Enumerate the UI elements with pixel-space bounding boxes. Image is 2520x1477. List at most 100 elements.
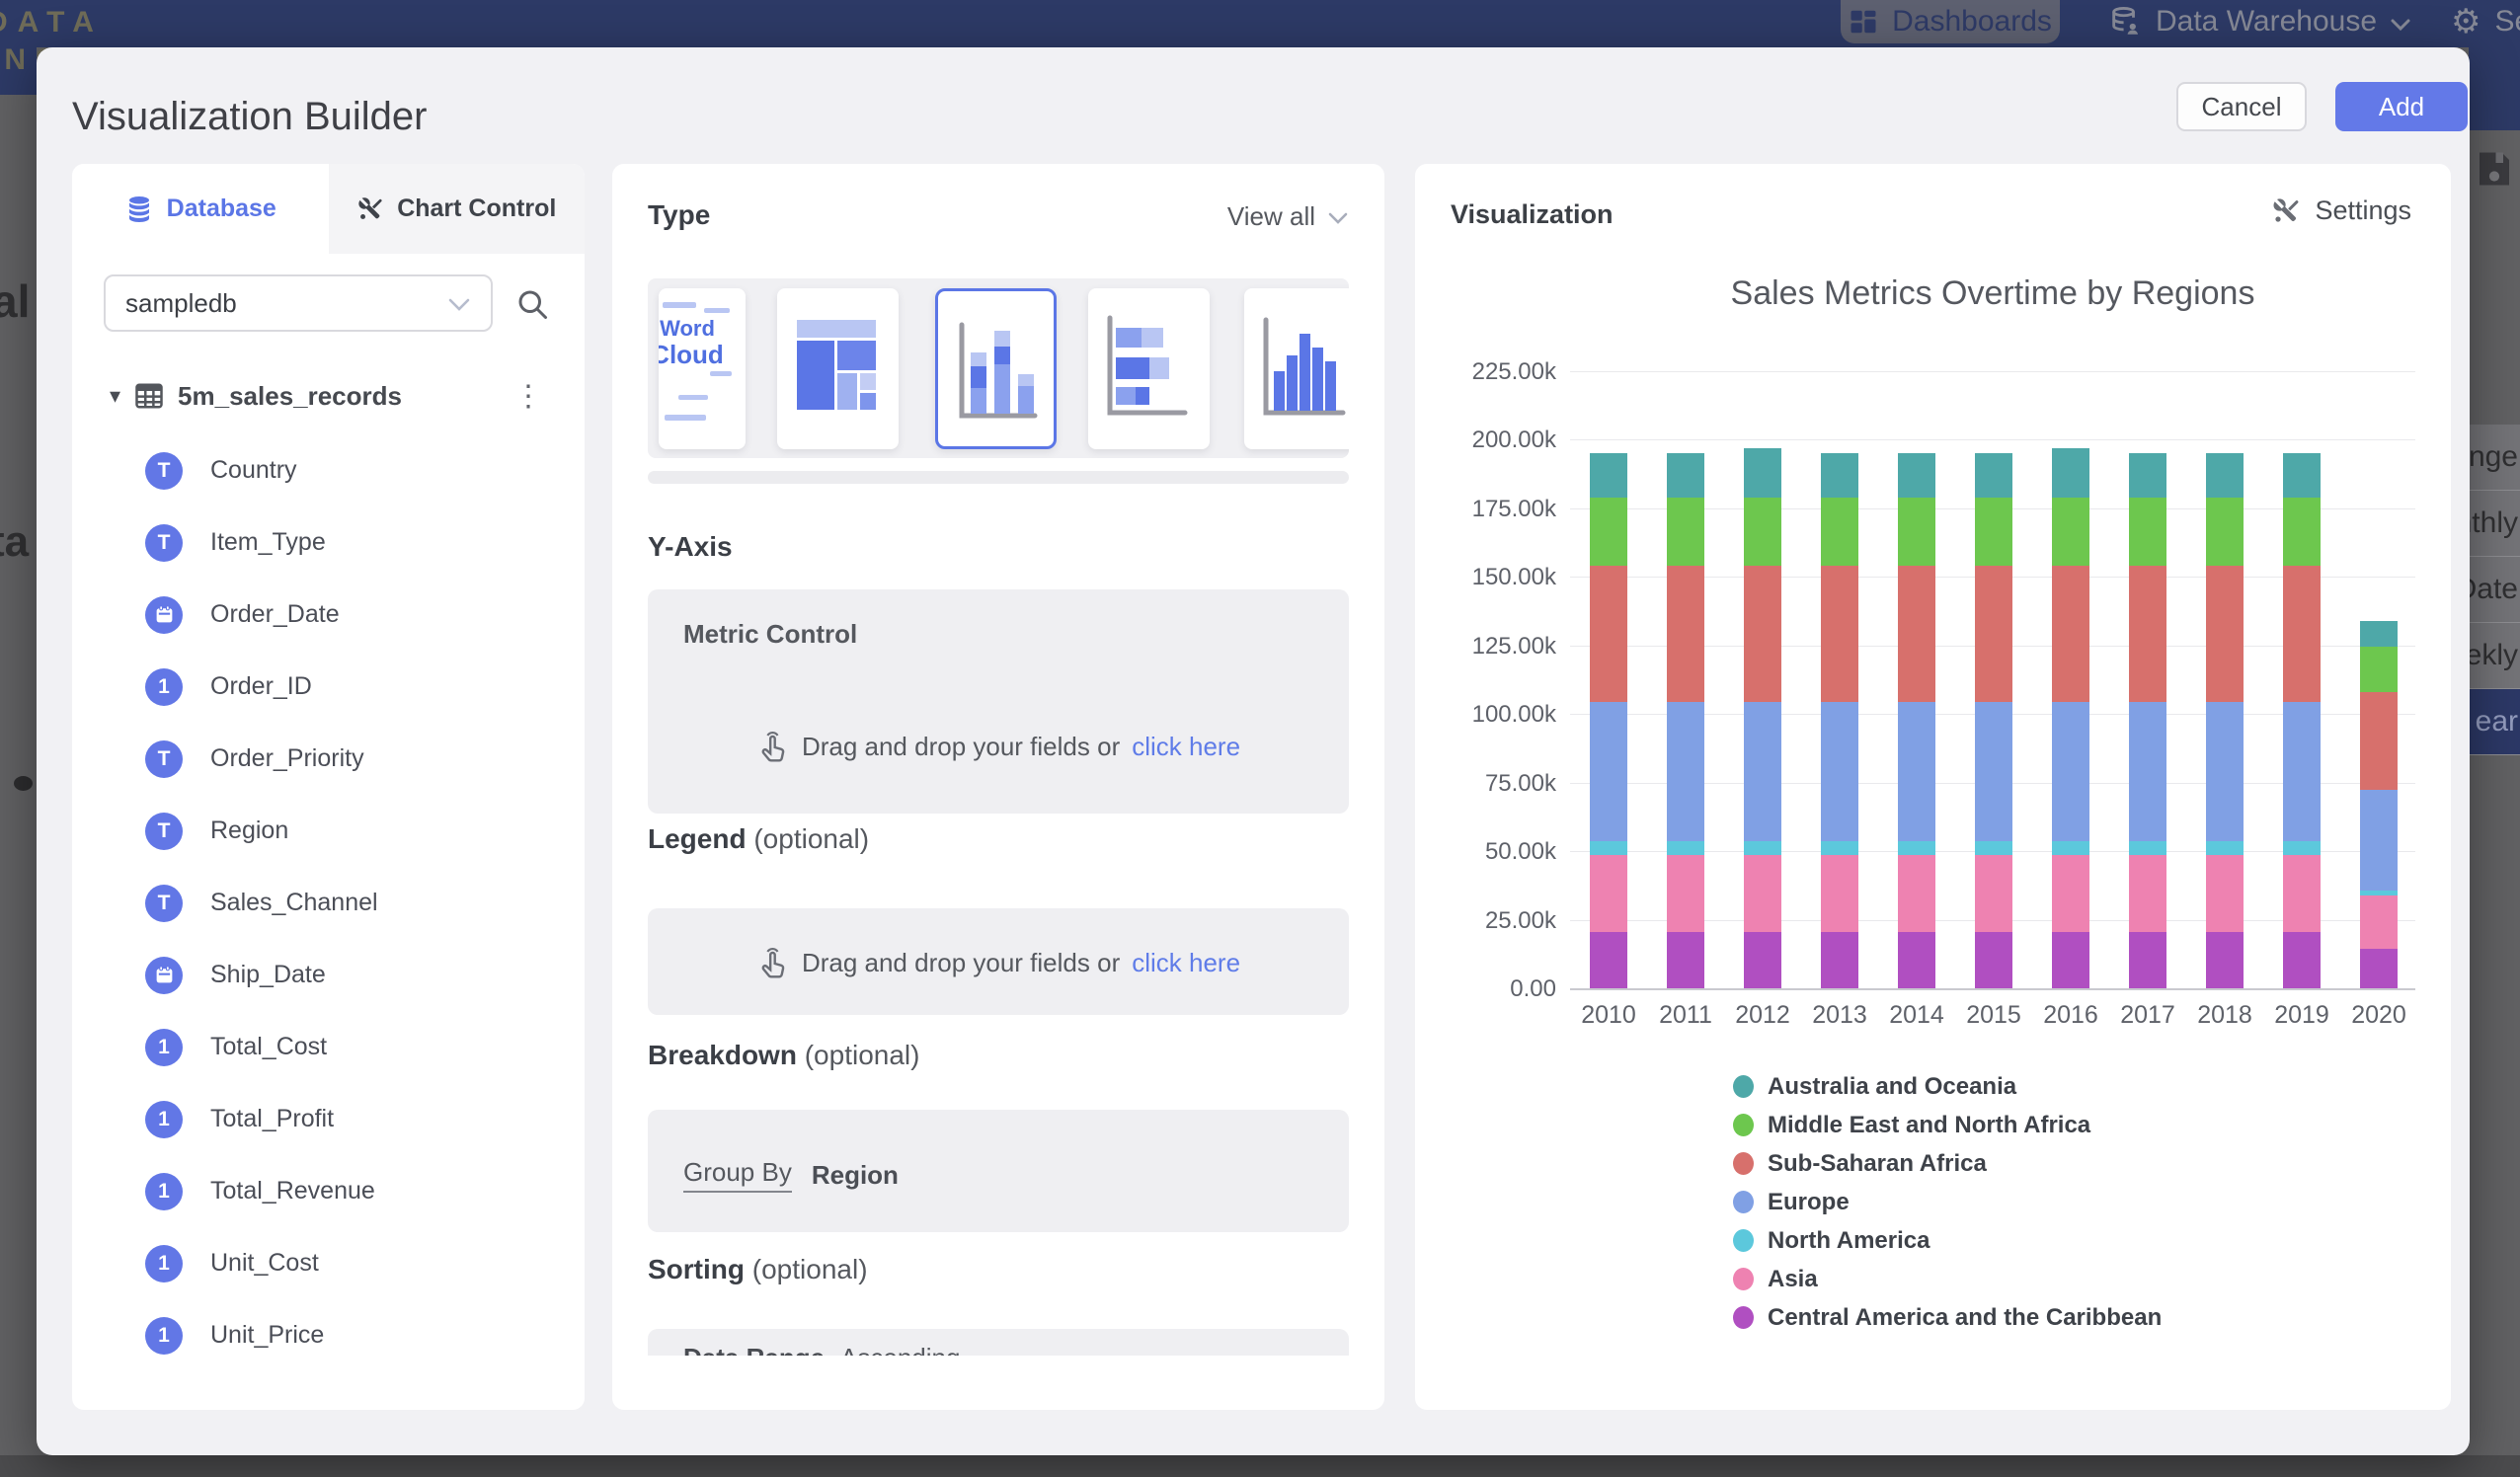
field-item[interactable]: TRegion: [72, 795, 585, 867]
bar-segment: [2206, 855, 2244, 932]
background-bullet-dot: [14, 776, 33, 791]
legend-dropzone[interactable]: Drag and drop your fields or click here: [648, 908, 1349, 1015]
table-tree-row[interactable]: ▾ 5m_sales_records ⋮: [72, 373, 585, 419]
bar-segment: [1821, 498, 1858, 566]
menu-item-fragment[interactable]: k Date: [2469, 557, 2520, 623]
sorting-optional-text: (optional): [752, 1254, 868, 1284]
database-user-icon: [2108, 5, 2142, 39]
field-type-text-icon: T: [145, 740, 183, 778]
visualization-panel-title: Visualization: [1451, 199, 1614, 230]
field-type-text-icon: T: [145, 524, 183, 562]
legend-item[interactable]: Europe: [1733, 1190, 2162, 1214]
chart-settings-button[interactable]: Settings: [2271, 195, 2411, 226]
view-all-dropdown[interactable]: View all: [1227, 201, 1349, 232]
metric-click-here-link[interactable]: click here: [1132, 732, 1240, 762]
caret-down-icon[interactable]: ▾: [110, 383, 120, 409]
legend-label: Australia and Oceania: [1768, 1073, 2016, 1101]
menu-item-fragment[interactable]: eekly: [2469, 623, 2520, 689]
type-option-stacked-column[interactable]: [935, 288, 1057, 449]
field-type-number-icon: 1: [145, 1101, 183, 1138]
field-type-date-icon: [145, 596, 183, 634]
type-option-column[interactable]: [1244, 288, 1349, 449]
bar-segment: [1667, 702, 1704, 842]
kebab-menu-icon[interactable]: ⋮: [513, 379, 543, 414]
type-option-stacked-bar[interactable]: [1088, 288, 1210, 449]
bar-segment: [1898, 841, 1935, 855]
legend-item[interactable]: Australia and Oceania: [1733, 1074, 2162, 1099]
chevron-down-icon: [2391, 5, 2410, 39]
builder-panel: Type View all WordCloud Y-Axis Metric Co…: [612, 164, 1384, 1410]
background-text-fragment-1: al: [0, 274, 30, 328]
legend-item[interactable]: Central America and the Caribbean: [1733, 1305, 2162, 1330]
legend-item[interactable]: Asia: [1733, 1267, 2162, 1291]
bar-segment: [2360, 692, 2398, 790]
bar-segment: [1898, 498, 1935, 566]
field-item[interactable]: 1Unit_Cost: [72, 1227, 585, 1299]
breakdown-box[interactable]: Group By Region: [648, 1110, 1349, 1232]
field-item[interactable]: 1Total_Cost: [72, 1011, 585, 1083]
bar-segment: [2360, 895, 2398, 949]
menu-item-fragment[interactable]: nge: [2469, 425, 2520, 491]
field-item[interactable]: TItem_Type: [72, 506, 585, 579]
cancel-button[interactable]: Cancel: [2176, 82, 2307, 131]
type-scrollbar[interactable]: [648, 471, 1349, 484]
tab-database[interactable]: Database: [72, 164, 329, 254]
group-by-link[interactable]: Group By: [683, 1157, 792, 1193]
field-label: Total_Revenue: [210, 1177, 375, 1205]
field-item[interactable]: TOrder_Priority: [72, 723, 585, 795]
menu-item-fragment[interactable]: nthly: [2469, 491, 2520, 557]
legend-item[interactable]: North America: [1733, 1228, 2162, 1253]
legend-item[interactable]: Middle East and North Africa: [1733, 1113, 2162, 1137]
add-button[interactable]: Add: [2335, 82, 2468, 131]
sorting-box[interactable]: Data Range Ascending: [648, 1329, 1349, 1356]
chart-title: Sales Metrics Overtime by Regions: [1570, 274, 2415, 313]
x-tick-label: 2011: [1667, 1001, 1704, 1030]
field-item[interactable]: Order_Date: [72, 579, 585, 651]
bar-segment: [2129, 453, 2166, 497]
legend-optional-text: (optional): [753, 823, 869, 854]
type-option-treemap[interactable]: [777, 288, 899, 449]
bar-segment: [1667, 566, 1704, 702]
field-item[interactable]: TSales_Channel: [72, 867, 585, 939]
tab-chart-control[interactable]: Chart Control: [329, 164, 586, 254]
bar-segment: [1590, 453, 1627, 497]
field-item[interactable]: 1Unit_Price: [72, 1299, 585, 1371]
legend-item[interactable]: Sub-Saharan Africa: [1733, 1151, 2162, 1176]
database-select[interactable]: sampledb: [104, 274, 493, 332]
bar-segment: [1667, 841, 1704, 855]
bar-segment: [2283, 566, 2321, 702]
field-item[interactable]: 1Total_Revenue: [72, 1155, 585, 1227]
gear-icon: ⚙: [2451, 2, 2481, 41]
menu-item-fragment[interactable]: ear: [2469, 689, 2520, 755]
tap-hand-icon: [756, 944, 790, 981]
tap-hand-icon: [756, 728, 790, 765]
nav-data-warehouse[interactable]: Data Warehouse: [2108, 0, 2410, 43]
builder-scroll-area[interactable]: Type View all WordCloud Y-Axis Metric Co…: [612, 164, 1384, 1356]
field-item[interactable]: TCountry: [72, 434, 585, 506]
x-tick-label: 2020: [2360, 1001, 2398, 1030]
modal-title: Visualization Builder: [72, 95, 427, 139]
bar-2013: [1821, 453, 1858, 988]
bar-2019: [2283, 453, 2321, 988]
legend-label: Middle East and North Africa: [1768, 1112, 2090, 1139]
nav-dashboards[interactable]: Dashboards: [1841, 0, 2060, 43]
bar-segment: [2129, 702, 2166, 842]
bar-segment: [1667, 453, 1704, 497]
bar-segment: [1975, 566, 2012, 702]
search-icon[interactable]: [514, 286, 550, 327]
legend-dot: [1733, 1268, 1754, 1290]
legend-click-here-link[interactable]: click here: [1132, 948, 1240, 978]
nav-settings[interactable]: ⚙ Settings: [2451, 0, 2520, 43]
type-option-word-cloud[interactable]: WordCloud: [659, 288, 746, 449]
bar-segment: [2052, 841, 2089, 855]
field-item[interactable]: Ship_Date: [72, 939, 585, 1011]
field-item[interactable]: 1Order_ID: [72, 651, 585, 723]
table-name: 5m_sales_records: [178, 381, 402, 412]
bar-2011: [1667, 453, 1704, 988]
field-item[interactable]: 1Total_Profit: [72, 1083, 585, 1155]
bar-segment: [1821, 855, 1858, 932]
save-icon[interactable]: [2477, 148, 2512, 194]
bar-segment: [2283, 453, 2321, 497]
metric-control-dropzone[interactable]: Metric Control Drag and drop your fields…: [648, 589, 1349, 814]
bar-segment: [1898, 932, 1935, 988]
